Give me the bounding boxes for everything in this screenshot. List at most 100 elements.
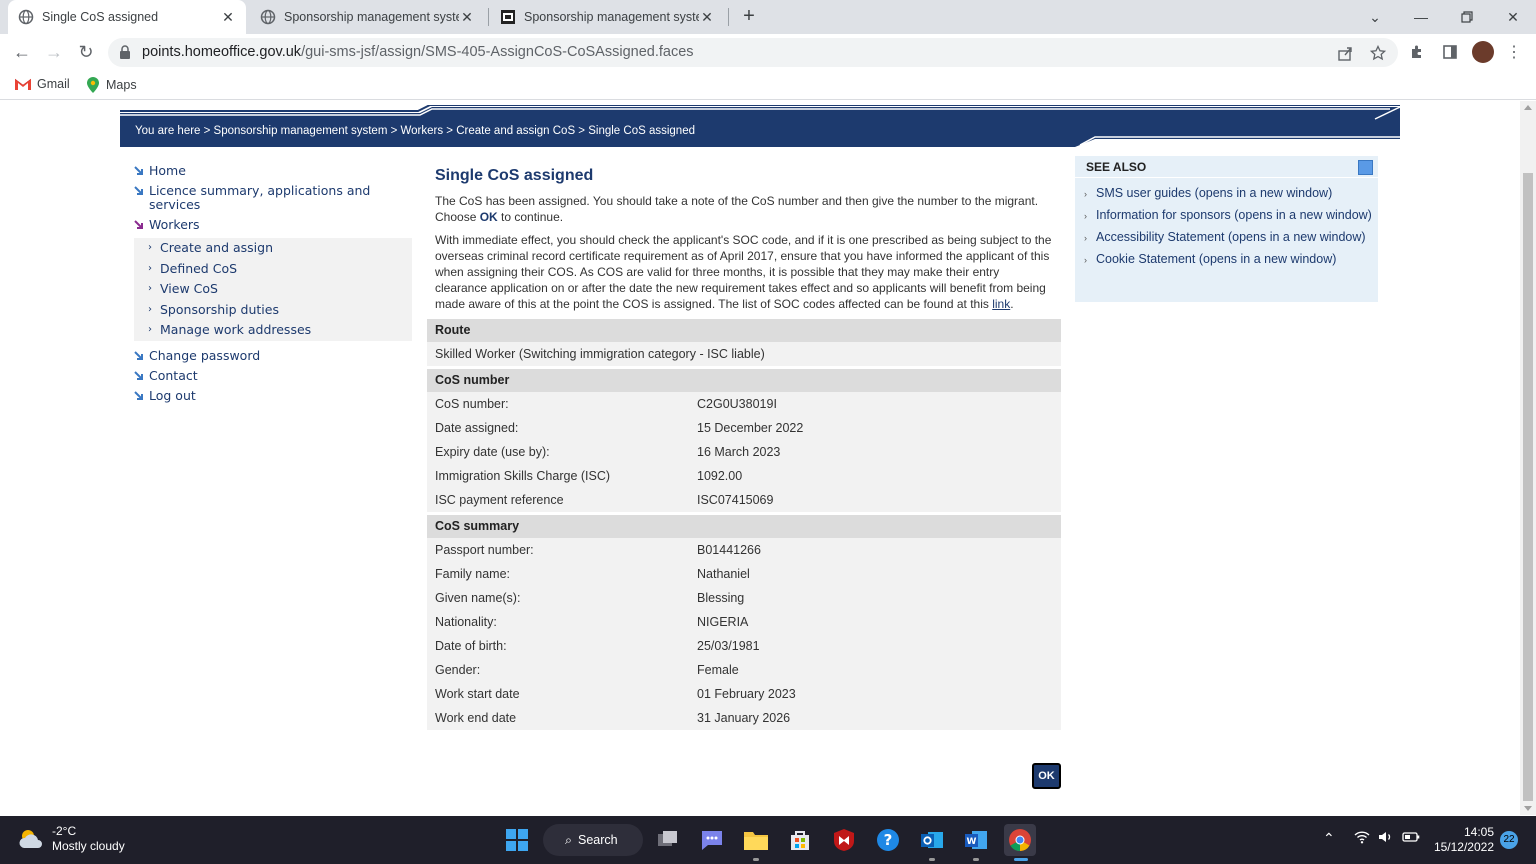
close-window-button[interactable]: ✕: [1490, 0, 1536, 34]
breadcrumb: You are here > Sponsorship management sy…: [135, 125, 695, 137]
active-indicator: [1014, 858, 1028, 861]
menu-kebab-icon[interactable]: ⋮: [1504, 42, 1524, 62]
file-explorer-icon[interactable]: [740, 824, 772, 856]
gmail-icon: [15, 78, 31, 90]
see-also-link-cookies[interactable]: › Cookie Statement (opens in a new window…: [1075, 253, 1378, 266]
soc-codes-link[interactable]: link: [992, 297, 1010, 311]
help-icon[interactable]: ?: [872, 824, 904, 856]
subnav-view-cos[interactable]: › View CoS: [134, 279, 412, 300]
running-indicator: [973, 858, 979, 861]
bookmark-star-icon[interactable]: [1370, 45, 1386, 61]
soc-paragraph: With immediate effect, you should check …: [435, 233, 1052, 311]
volume-icon[interactable]: [1378, 830, 1394, 847]
tab-separator: [488, 8, 489, 26]
microsoft-store-icon[interactable]: [784, 824, 816, 856]
teams-chat-icon[interactable]: [696, 824, 728, 856]
bookmark-gmail[interactable]: Gmail: [15, 77, 70, 91]
arrow-down-right-icon: [134, 166, 143, 175]
mcafee-icon[interactable]: [828, 824, 860, 856]
table-row: CoS number: C2G0U38019I: [435, 397, 777, 411]
nav-contact[interactable]: Contact: [134, 368, 414, 383]
tab-separator: [728, 8, 729, 26]
tab-sponsorship-1[interactable]: Sponsorship management system ✕: [250, 0, 485, 34]
panel-toggle-icon[interactable]: [1358, 160, 1373, 175]
new-tab-button[interactable]: +: [738, 5, 760, 29]
main-content: Single CoS assigned The CoS has been ass…: [427, 161, 1061, 733]
nav-home[interactable]: Home: [134, 164, 414, 178]
see-also-link-sms-guides[interactable]: › SMS user guides (opens in a new window): [1075, 187, 1378, 200]
nav-log-out[interactable]: Log out: [134, 388, 414, 403]
chevron-right-icon: ›: [1084, 233, 1087, 243]
tab-search-chevron-icon[interactable]: ⌄: [1352, 0, 1398, 34]
tab-sponsorship-2[interactable]: Sponsorship management system ✕: [490, 0, 725, 34]
side-panel-icon[interactable]: [1440, 42, 1460, 62]
table-row: Work end date 31 January 2026: [435, 711, 791, 725]
close-tab-icon[interactable]: ✕: [459, 9, 475, 26]
svg-text:?: ?: [884, 831, 893, 849]
nav-licence-summary[interactable]: Licence summary, applications and servic…: [134, 184, 414, 212]
reload-icon[interactable]: ↻: [74, 40, 98, 64]
left-navigation: Home Licence summary, applications and s…: [134, 164, 414, 409]
tab-bar: Single CoS assigned ✕ Sponsorship manage…: [0, 0, 1536, 34]
see-also-panel: SEE ALSO › SMS user guides (opens in a ne…: [1075, 156, 1378, 302]
page-title: Single CoS assigned: [435, 167, 594, 184]
tab-single-cos-assigned[interactable]: Single CoS assigned ✕: [8, 0, 246, 34]
chrome-icon[interactable]: [1004, 824, 1036, 856]
word-icon[interactable]: W: [960, 824, 992, 856]
close-tab-icon[interactable]: ✕: [220, 9, 236, 26]
subnav-create-and-assign[interactable]: › Create and assign: [134, 238, 412, 259]
section-heading: Route: [427, 319, 1061, 342]
restore-button[interactable]: [1444, 0, 1490, 34]
minimize-button[interactable]: —: [1398, 0, 1444, 34]
ok-button[interactable]: OK: [1032, 763, 1061, 789]
tab-title: Single CoS assigned: [42, 10, 159, 24]
scrollbar-thumb[interactable]: [1523, 173, 1533, 801]
battery-icon[interactable]: [1402, 830, 1420, 847]
extensions-puzzle-icon[interactable]: [1407, 42, 1427, 62]
scroll-down-arrow-icon[interactable]: [1524, 806, 1532, 811]
task-view-icon[interactable]: [652, 824, 684, 856]
chevron-right-icon: ›: [148, 303, 152, 315]
wifi-icon[interactable]: [1354, 830, 1370, 847]
back-arrow-icon[interactable]: ←: [10, 40, 34, 64]
windows-taskbar: -2°C Mostly cloudy ⌕ Search ? W ⌃ 14:05 …: [0, 816, 1536, 864]
see-also-link-info-sponsors[interactable]: › Information for sponsors (opens in a ne…: [1075, 209, 1378, 222]
url-text: points.homeoffice.gov.uk/gui-sms-jsf/ass…: [142, 44, 694, 60]
page-scrollbar[interactable]: [1520, 101, 1536, 815]
section-heading: CoS number: [427, 369, 1061, 392]
chevron-right-icon: ›: [1084, 255, 1087, 265]
crest-icon: [500, 9, 516, 25]
table-row: Nationality: NIGERIA: [435, 615, 749, 629]
search-icon: ⌕: [565, 832, 573, 847]
bookmark-maps[interactable]: Maps: [86, 77, 137, 93]
scroll-up-arrow-icon[interactable]: [1524, 105, 1532, 110]
nav-workers[interactable]: Workers: [134, 218, 414, 232]
subnav-sponsorship-duties[interactable]: › Sponsorship duties: [134, 300, 412, 321]
address-bar[interactable]: points.homeoffice.gov.uk/gui-sms-jsf/ass…: [108, 38, 1398, 67]
see-also-link-accessibility[interactable]: › Accessibility Statement (opens in a new…: [1075, 231, 1378, 244]
table-row: Date of birth: 25/03/1981: [435, 639, 760, 653]
weather-widget[interactable]: -2°C Mostly cloudy: [18, 824, 125, 854]
forward-arrow-icon[interactable]: →: [42, 40, 66, 64]
table-row: Expiry date (use by): 16 March 2023: [435, 445, 781, 459]
profile-avatar[interactable]: [1472, 41, 1494, 63]
close-tab-icon[interactable]: ✕: [699, 9, 715, 26]
chevron-right-icon: ›: [1084, 211, 1087, 221]
subnav-defined-cos[interactable]: › Defined CoS: [134, 259, 412, 280]
chevron-right-icon: ›: [148, 262, 152, 274]
outlook-icon[interactable]: [916, 824, 948, 856]
globe-icon: [18, 9, 34, 25]
share-icon[interactable]: [1337, 45, 1353, 61]
notification-badge[interactable]: 22: [1500, 831, 1518, 849]
table-row: Passport number: B01441266: [435, 543, 761, 557]
system-clock[interactable]: 14:05 15/12/2022: [1430, 825, 1494, 855]
arrow-down-right-icon: [134, 350, 143, 360]
subnav-manage-work-addresses[interactable]: › Manage work addresses: [134, 320, 412, 341]
taskbar-search[interactable]: ⌕ Search: [543, 824, 643, 856]
start-windows-icon[interactable]: [501, 824, 533, 856]
see-also-heading: SEE ALSO: [1075, 156, 1378, 178]
running-indicator: [929, 858, 935, 861]
tray-chevron-up-icon[interactable]: ⌃: [1323, 830, 1335, 847]
nav-change-password[interactable]: Change password: [134, 348, 414, 363]
tab-title: Sponsorship management system: [284, 10, 459, 24]
